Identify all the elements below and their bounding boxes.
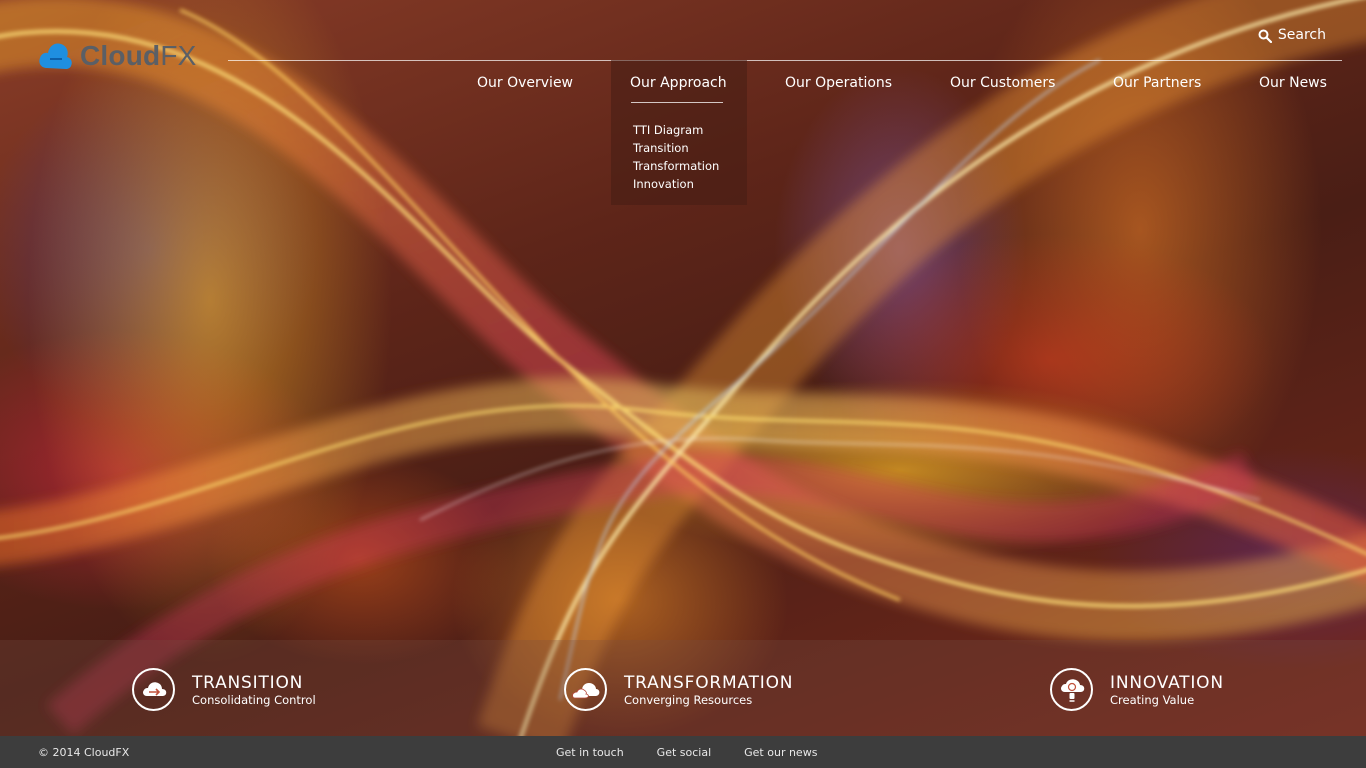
search-icon bbox=[1258, 29, 1272, 43]
dropdown-item-tti-diagram[interactable]: TTI Diagram bbox=[633, 121, 719, 139]
search-label: Search bbox=[1277, 27, 1326, 43]
feature-band: TRANSITION Consolidating Control TRANSFO… bbox=[0, 640, 1366, 736]
footer-link-get-our-news[interactable]: Get our news bbox=[744, 746, 817, 759]
cloud-lightbulb-icon bbox=[1050, 668, 1093, 711]
feature-text: TRANSFORMATION Converging Resources bbox=[624, 673, 793, 707]
clouds-icon bbox=[564, 668, 607, 711]
footer-links: Get in touch Get social Get our news bbox=[556, 746, 850, 759]
dropdown-divider bbox=[631, 102, 723, 103]
copyright-text: © 2014 CloudFX bbox=[38, 746, 130, 759]
approach-dropdown-menu: Our Approach TTI Diagram Transition Tran… bbox=[611, 60, 747, 205]
footer-link-get-social[interactable]: Get social bbox=[657, 746, 711, 759]
feature-subtitle: Consolidating Control bbox=[192, 692, 316, 707]
nav-item-partners[interactable]: Our Partners bbox=[1113, 75, 1201, 91]
nav-item-customers[interactable]: Our Customers bbox=[950, 75, 1055, 91]
feature-text: TRANSITION Consolidating Control bbox=[192, 673, 316, 707]
feature-title: INNOVATION bbox=[1110, 672, 1224, 693]
cloud-arrows-icon bbox=[132, 668, 175, 711]
feature-text: INNOVATION Creating Value bbox=[1110, 673, 1224, 707]
footer-link-get-in-touch[interactable]: Get in touch bbox=[556, 746, 624, 759]
feature-title: TRANSITION bbox=[192, 672, 304, 693]
nav-item-approach[interactable]: Our Approach bbox=[630, 75, 727, 91]
search-button[interactable]: Search bbox=[1258, 27, 1326, 43]
dropdown-list: TTI Diagram Transition Transformation In… bbox=[633, 121, 719, 193]
dropdown-item-transformation[interactable]: Transformation bbox=[633, 157, 719, 175]
feature-transition[interactable]: TRANSITION Consolidating Control bbox=[132, 668, 316, 711]
feature-subtitle: Creating Value bbox=[1110, 692, 1195, 707]
feature-innovation[interactable]: INNOVATION Creating Value bbox=[1050, 668, 1224, 711]
nav-item-overview[interactable]: Our Overview bbox=[477, 75, 573, 91]
footer: © 2014 CloudFX Get in touch Get social G… bbox=[0, 736, 1366, 768]
feature-title: TRANSFORMATION bbox=[624, 672, 794, 693]
feature-subtitle: Converging Resources bbox=[624, 692, 753, 707]
feature-transformation[interactable]: TRANSFORMATION Converging Resources bbox=[564, 668, 793, 711]
nav-item-operations[interactable]: Our Operations bbox=[785, 75, 892, 91]
dropdown-item-innovation[interactable]: Innovation bbox=[633, 175, 719, 193]
dropdown-item-transition[interactable]: Transition bbox=[633, 139, 719, 157]
nav-item-news[interactable]: Our News bbox=[1259, 75, 1327, 91]
